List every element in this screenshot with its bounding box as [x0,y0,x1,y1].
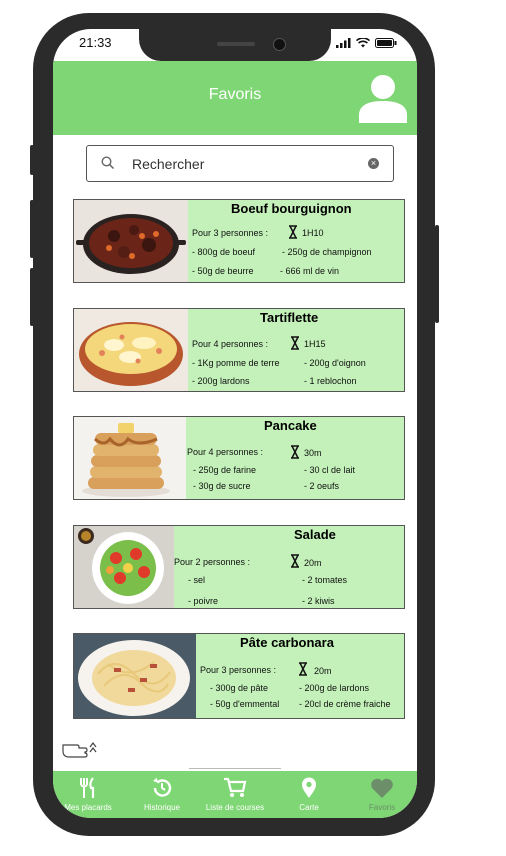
tab-historique[interactable]: Historique [129,771,195,818]
recipe-card-pancake[interactable]: Pancake Pour 4 personnes : 30m - 250g de… [73,416,405,500]
recipe-title: Pâte carbonara [240,635,334,650]
scroll-gesture-icon [62,742,97,758]
recipe-servings: Pour 2 personnes : [174,557,251,567]
search-icon [101,156,115,170]
ingredient: - 30g de sucre [193,481,251,491]
hourglass-icon [291,554,299,568]
recipe-title: Salade [294,527,336,542]
recipe-photo [74,200,188,282]
phone-side-button [30,268,34,326]
ingredient: - 2 kiwis [302,596,335,606]
ingredient: - 300g de pâte [210,683,269,693]
ingredient: - sel [188,575,206,585]
ingredient: - 2 tomates [302,575,348,585]
ingredient: - 50g d'emmental [210,699,280,709]
phone-side-button [30,145,34,175]
recipe-duration: 1H15 [304,339,326,349]
recipe-servings: Pour 3 personnes : [192,228,269,238]
recipe-duration: 30m [304,448,322,458]
ingredient: - poivre [188,596,219,606]
ingredient: - 30 cl de lait [304,465,356,475]
header-bar: Favoris [53,61,417,135]
ingredient: - 200g lardons [192,376,250,386]
ingredient: - 200g de lardons [299,683,370,693]
ingredient: - 2 oeufs [304,481,340,491]
clear-icon[interactable]: × [368,158,379,169]
hourglass-icon [289,225,297,239]
recipe-card-salade[interactable]: Salade Pour 2 personnes : 20m - sel - 2 … [73,525,405,609]
signal-icon [336,38,351,48]
tab-mes-placards[interactable]: Mes placards [53,771,123,818]
cutlery-icon [80,777,95,798]
search-bar[interactable]: × [86,145,394,182]
ingredient: - 800g de boeuf [192,247,256,257]
map-pin-icon [302,777,316,798]
phone-side-button [435,225,439,323]
hourglass-icon [291,336,299,350]
ingredient: - 250g de farine [193,465,257,475]
recipe-servings: Pour 4 personnes : [187,447,264,457]
recipe-duration: 1H10 [302,228,324,238]
recipe-servings: Pour 4 personnes : [192,339,269,349]
recipe-title: Tartiflette [260,310,319,325]
bottom-tab-bar: Mes placards Historique Liste de courses… [53,771,417,818]
cart-icon [224,777,247,797]
hourglass-icon [299,662,307,676]
heart-icon [371,778,393,798]
recipe-photo [74,526,174,608]
recipe-duration: 20m [304,558,322,568]
recipe-title: Boeuf bourguignon [231,201,352,216]
phone-side-button [30,200,34,258]
ingredient: - 1 reblochon [304,376,357,386]
recipe-duration: 20m [314,666,332,676]
user-avatar-icon[interactable] [357,71,409,123]
recipe-photo [74,417,186,499]
hourglass-icon [291,445,299,459]
speaker [217,42,255,46]
tab-favoris[interactable]: Favoris [353,771,411,818]
tab-liste-de-courses[interactable]: Liste de courses [199,771,271,818]
recipe-card-boeuf-bourguignon[interactable]: Boeuf bourguignon Pour 3 personnes : 1H1… [73,199,405,283]
recipe-card-tartiflette[interactable]: Tartiflette Pour 4 personnes : 1H15 - 1K… [73,308,405,392]
phone-screen: 21:33 Favoris × [53,29,417,818]
tab-label: Carte [299,803,319,812]
recipe-servings: Pour 3 personnes : [200,665,277,675]
battery-icon [375,38,397,48]
ingredient: - 666 ml de vin [280,266,340,276]
recipe-photo [74,634,196,718]
tab-label: Historique [143,803,180,812]
ingredient: - 250g de champignon [282,247,372,257]
status-icons [336,38,397,48]
home-indicator [189,768,281,769]
wifi-icon [356,38,370,48]
recipe-photo [74,309,188,391]
recipe-title: Pancake [264,418,317,433]
ingredient: - 200g d'oignon [304,358,366,368]
camera [273,38,286,51]
ingredient: - 50g de beurre [192,266,254,276]
ingredient: - 1Kg pomme de terre [192,358,280,368]
tab-label: Favoris [368,803,396,812]
ingredient: - 20cl de crème fraiche [299,699,391,709]
search-input[interactable] [130,152,359,176]
recipe-card-pate-carbonara[interactable]: Pâte carbonara Pour 3 personnes : 20m - … [73,633,405,719]
status-time: 21:33 [79,35,112,50]
history-icon [153,777,172,797]
tab-carte[interactable]: Carte [279,771,339,818]
tab-label: Mes placards [64,803,112,812]
notch [139,29,331,61]
tab-label: Liste de courses [205,803,265,812]
